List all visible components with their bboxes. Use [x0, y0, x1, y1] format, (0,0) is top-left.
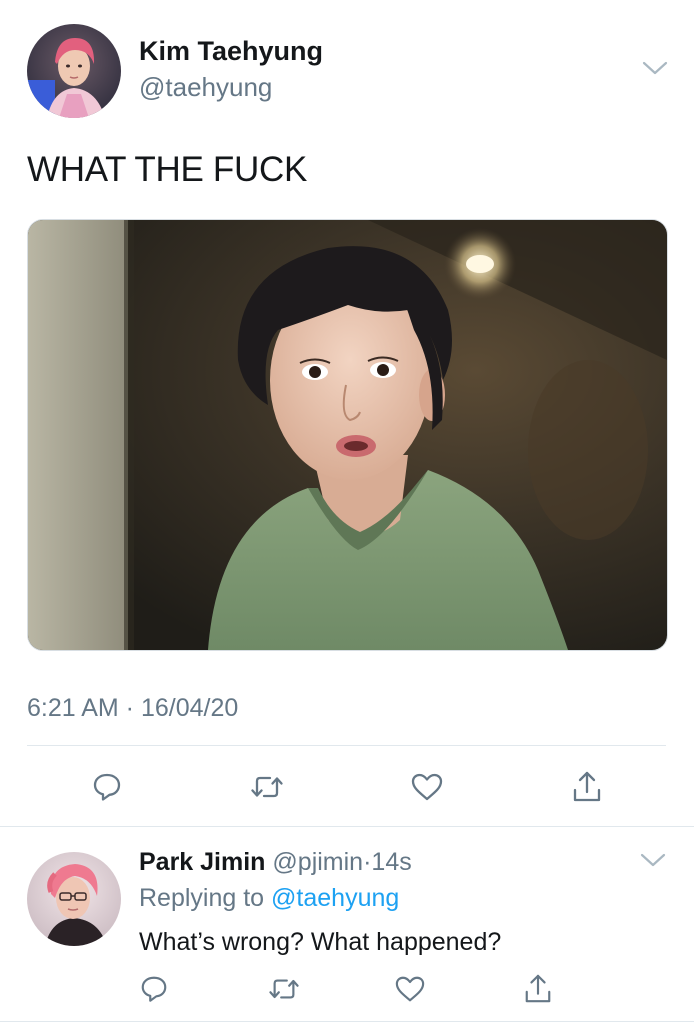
reply-author-handle[interactable]: @pjimin [272, 848, 363, 876]
reply-text: What’s wrong? What happened? [139, 928, 502, 956]
share-icon [525, 974, 551, 1003]
reply-header: Park Jimin @pjimin·14s [139, 848, 412, 877]
heart-icon [395, 976, 425, 1002]
reply-button[interactable] [134, 969, 174, 1009]
tweet-text: WHAT THE FUCK [27, 150, 307, 189]
like-button[interactable] [390, 969, 430, 1009]
share-button[interactable] [567, 767, 607, 807]
divider [27, 745, 666, 746]
heart-icon [411, 773, 443, 801]
author-name[interactable]: Kim Taehyung [139, 36, 323, 67]
retweet-button[interactable] [264, 969, 304, 1009]
like-button[interactable] [407, 767, 447, 807]
photo-surprised-person-green-shirt [28, 220, 667, 650]
replying-to-line: Replying to @taehyung [139, 884, 399, 913]
reply-button[interactable] [87, 767, 127, 807]
reply-time[interactable]: 14s [371, 848, 411, 876]
author-avatar[interactable] [27, 24, 121, 118]
speech-bubble-icon [93, 773, 121, 801]
tweet-timestamp[interactable]: 6:21 AM · 16/04/20 [27, 694, 238, 723]
retweet-icon [251, 776, 283, 798]
divider [0, 1021, 694, 1022]
replying-to-label: Replying to [139, 884, 265, 912]
reply-author-avatar[interactable] [27, 852, 121, 946]
profile-photo-pink-hair [27, 24, 121, 118]
reply-author-name[interactable]: Park Jimin [139, 848, 265, 876]
replying-to-user-link[interactable]: @taehyung [271, 884, 399, 912]
speech-bubble-icon [141, 976, 167, 1002]
share-icon [573, 771, 601, 802]
tweet-media[interactable] [27, 219, 668, 651]
retweet-icon [269, 979, 299, 999]
retweet-button[interactable] [247, 767, 287, 807]
chevron-down-icon[interactable] [640, 852, 666, 868]
profile-photo-pink-hair-glasses [27, 852, 121, 946]
chevron-down-icon[interactable] [642, 60, 668, 76]
share-button[interactable] [518, 969, 558, 1009]
divider [0, 826, 694, 827]
author-handle[interactable]: @taehyung [139, 72, 272, 103]
